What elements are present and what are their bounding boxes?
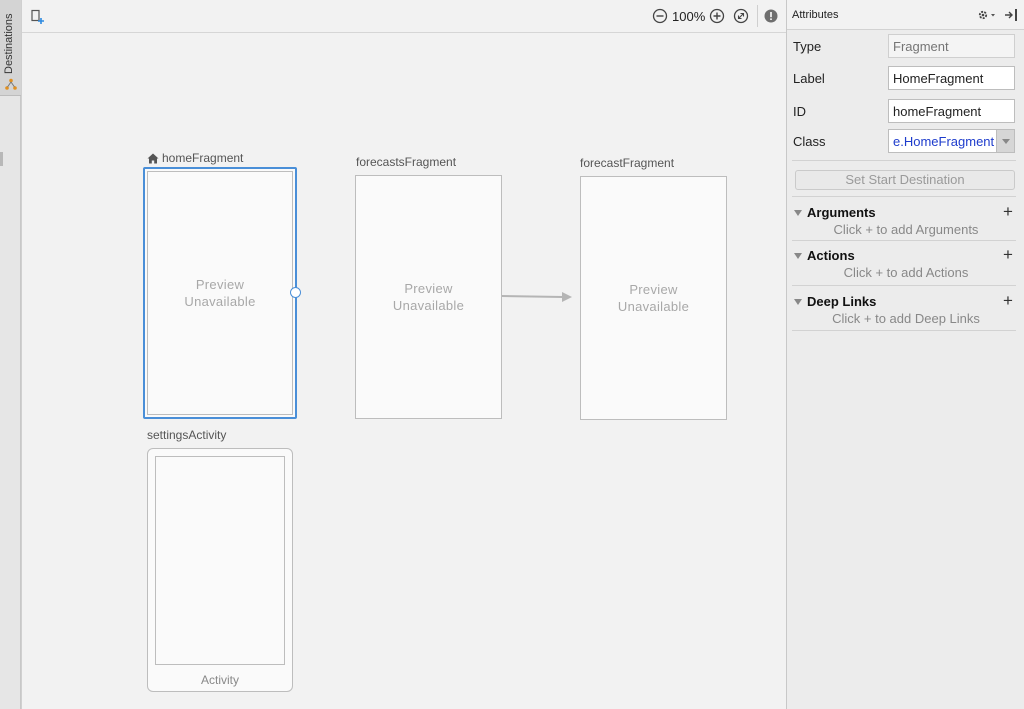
attributes-header: Attributes bbox=[787, 0, 1024, 30]
attributes-panel: Attributes Type Label ID Class e.HomeFra… bbox=[786, 0, 1024, 709]
destination-forecast-fragment[interactable]: Preview Unavailable bbox=[580, 176, 727, 420]
divider bbox=[792, 196, 1016, 197]
add-deep-link-button[interactable]: + bbox=[1003, 291, 1013, 311]
destinations-tab[interactable]: Destinations bbox=[0, 0, 21, 96]
preview-line2: Unavailable bbox=[617, 299, 690, 314]
canvas-toolbar: 100% bbox=[22, 0, 787, 33]
home-fragment-preview: Preview Unavailable bbox=[145, 276, 295, 310]
label-label: Label bbox=[793, 71, 825, 86]
section-title: Arguments bbox=[807, 205, 876, 220]
collapse-triangle-icon[interactable] bbox=[794, 210, 802, 216]
forecast-fragment-preview: Preview Unavailable bbox=[581, 281, 726, 315]
destinations-tab-label: Destinations bbox=[3, 13, 15, 74]
id-label: ID bbox=[793, 104, 806, 119]
class-value: e.HomeFragment bbox=[893, 134, 995, 149]
settings-activity-label: settingsActivity bbox=[147, 428, 227, 442]
strip-marker bbox=[0, 152, 3, 166]
divider bbox=[792, 330, 1016, 331]
label-field[interactable] bbox=[888, 66, 1015, 90]
action-drag-handle[interactable] bbox=[290, 287, 301, 298]
preview-line2: Unavailable bbox=[392, 298, 465, 313]
section-hint: Click + to add Deep Links bbox=[832, 311, 980, 326]
warning-icon[interactable] bbox=[764, 9, 778, 23]
class-dropdown[interactable]: e.HomeFragment bbox=[888, 129, 1015, 153]
add-argument-button[interactable]: + bbox=[1003, 202, 1013, 222]
section-hint: Click + to add Arguments bbox=[833, 222, 979, 237]
destinations-icon bbox=[5, 78, 17, 90]
forecast-fragment-label: forecastFragment bbox=[580, 156, 675, 170]
type-field bbox=[888, 34, 1015, 58]
add-action-button[interactable]: + bbox=[1003, 245, 1013, 265]
divider bbox=[792, 160, 1016, 161]
zoom-in-icon[interactable] bbox=[709, 8, 725, 24]
activity-footer: Activity bbox=[200, 673, 239, 687]
activity-screen bbox=[155, 456, 285, 665]
section-hint: Click + to add Actions bbox=[843, 265, 969, 280]
class-label: Class bbox=[793, 134, 826, 149]
forecasts-fragment-label: forecastsFragment bbox=[356, 155, 457, 169]
collapse-triangle-icon[interactable] bbox=[794, 253, 802, 259]
preview-line1: Preview bbox=[629, 282, 678, 297]
hide-panel-icon[interactable] bbox=[1003, 8, 1019, 22]
toolbar-separator bbox=[757, 5, 758, 27]
section-title: Actions bbox=[807, 248, 855, 263]
zoom-to-fit-icon[interactable] bbox=[733, 8, 749, 24]
destination-home-fragment[interactable]: Preview Unavailable bbox=[143, 167, 297, 419]
section-title: Deep Links bbox=[807, 294, 877, 309]
preview-line1: Preview bbox=[195, 277, 245, 292]
destination-forecasts-fragment[interactable]: Preview Unavailable bbox=[355, 175, 502, 419]
navigation-editor-canvas[interactable]: 100% homeFragment Preview Unavailable fo bbox=[21, 0, 787, 709]
home-fragment-label: homeFragment bbox=[147, 151, 243, 165]
zoom-level: 100% bbox=[672, 9, 706, 24]
tool-window-strip: Destinations bbox=[0, 0, 21, 709]
id-field[interactable] bbox=[888, 99, 1015, 123]
new-destination-icon[interactable] bbox=[30, 9, 46, 25]
home-icon bbox=[147, 153, 159, 163]
chevron-down-icon[interactable] bbox=[996, 130, 1014, 152]
zoom-out-icon[interactable] bbox=[652, 8, 668, 24]
set-start-destination-button[interactable]: Set Start Destination bbox=[795, 170, 1015, 190]
divider bbox=[792, 285, 1016, 286]
type-label: Type bbox=[793, 39, 822, 54]
preview-line1: Preview bbox=[404, 281, 453, 296]
home-fragment-name: homeFragment bbox=[162, 151, 244, 165]
collapse-triangle-icon[interactable] bbox=[794, 299, 802, 305]
forecasts-fragment-preview: Preview Unavailable bbox=[356, 280, 501, 314]
panel-title: Attributes bbox=[792, 9, 839, 21]
preview-line2: Unavailable bbox=[184, 294, 256, 309]
divider bbox=[792, 240, 1016, 241]
destination-settings-activity[interactable]: Activity bbox=[147, 448, 293, 692]
gear-icon[interactable] bbox=[977, 8, 997, 22]
